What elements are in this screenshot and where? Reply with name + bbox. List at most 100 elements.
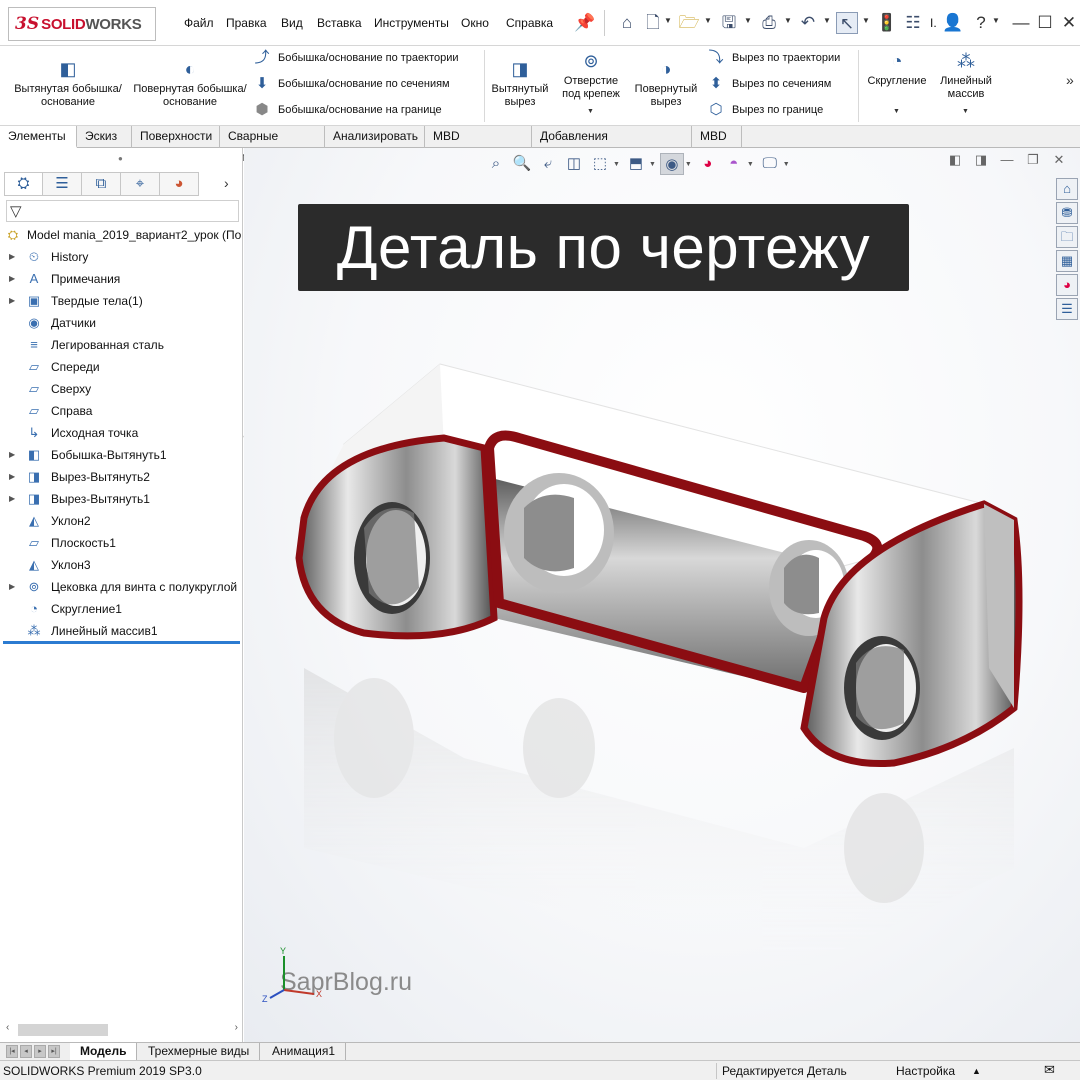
tree-item[interactable]: ▶ ⊚ Цековка для винта с полукруглой xyxy=(0,576,243,598)
open-folder-icon[interactable]: 🗁 xyxy=(678,12,700,34)
sweep-cut-button[interactable]: ⤵ Вырез по траектории xyxy=(706,48,840,68)
status-units-settings[interactable]: Настройка xyxy=(896,1064,955,1078)
linear-pattern-dropdown-caret[interactable]: ▼ xyxy=(962,108,969,115)
tree-item[interactable]: ▶ ◨ Вырез-Вытянуть1 xyxy=(0,488,243,510)
scroll-thumb[interactable] xyxy=(18,1024,108,1036)
tab-nav-first-icon[interactable]: |◂ xyxy=(6,1045,18,1058)
tree-item[interactable]: ▱ Справа xyxy=(0,400,243,422)
tree-item[interactable]: ↳ Исходная точка xyxy=(0,422,243,444)
tab-mbd[interactable]: MBD xyxy=(692,126,742,148)
tab-nav-last-icon[interactable]: ▸| xyxy=(48,1045,60,1058)
tree-item[interactable]: ▶ ◨ Вырез-Вытянуть2 xyxy=(0,466,243,488)
expand-arrow-icon[interactable]: ▶ xyxy=(9,268,15,290)
loft-boss-button[interactable]: ⬇ Бобышка/основание по сечениям xyxy=(252,74,450,94)
select-cursor-icon[interactable]: ↖ xyxy=(836,12,858,34)
save-dropdown-caret[interactable]: ▼ xyxy=(744,16,752,25)
solidworks-logo[interactable]: 3S SOLID WORKS xyxy=(8,7,156,41)
menu-tools[interactable]: Инструменты xyxy=(374,16,449,30)
tab-nav-prev-icon[interactable]: ◂ xyxy=(20,1045,32,1058)
help-dropdown-caret[interactable]: ▼ xyxy=(992,16,1000,25)
tab-features[interactable]: Элементы xyxy=(0,126,77,148)
loft-cut-button[interactable]: ⬍ Вырез по сечениям xyxy=(706,74,832,94)
fillet-dropdown-caret[interactable]: ▼ xyxy=(893,108,900,115)
hole-wizard-dropdown-caret[interactable]: ▼ xyxy=(587,108,594,115)
expand-arrow-icon[interactable]: ▶ xyxy=(9,488,15,510)
extrude-boss-button[interactable]: ◧ Вытянутая бобышка/основание xyxy=(6,58,130,109)
tab-mbd-dimensions[interactable]: MBD Dimensions xyxy=(425,126,532,164)
new-document-icon[interactable]: 🗋 xyxy=(642,12,664,34)
sweep-boss-button[interactable]: ⤴ Бобышка/основание по траектории xyxy=(252,48,458,68)
feature-manager-tab-icon[interactable]: ⛭ xyxy=(4,172,43,196)
close-icon[interactable]: ✕ xyxy=(1058,12,1080,34)
menu-help[interactable]: Справка xyxy=(506,16,553,30)
scroll-left-icon[interactable]: ‹ xyxy=(6,1022,9,1033)
print-icon[interactable]: ⎙ xyxy=(758,12,780,34)
property-manager-tab-icon[interactable]: ☰ xyxy=(43,172,82,196)
tree-item[interactable]: ≡ Легированная сталь xyxy=(0,334,243,356)
undo-dropdown-caret[interactable]: ▼ xyxy=(823,16,831,25)
tab-model[interactable]: Модель xyxy=(70,1043,138,1061)
user-account-icon[interactable]: 👤 xyxy=(942,12,964,34)
rollback-bar[interactable] xyxy=(3,641,240,644)
menu-view[interactable]: Вид xyxy=(281,16,303,30)
menu-insert[interactable]: Вставка xyxy=(317,16,362,30)
linear-pattern-button[interactable]: ⁂ Линейный массив xyxy=(932,50,1000,101)
menu-edit[interactable]: Правка xyxy=(226,16,267,30)
open-dropdown-caret[interactable]: ▼ xyxy=(704,16,712,25)
extrude-cut-button[interactable]: ◨ Вытянутый вырез xyxy=(488,58,552,109)
maximize-icon[interactable]: ☐ xyxy=(1034,12,1056,34)
select-dropdown-caret[interactable]: ▼ xyxy=(862,16,870,25)
tree-item[interactable]: ⁂ Линейный массив1 xyxy=(0,620,243,642)
tree-item[interactable]: ▶ ⏲ History xyxy=(0,246,243,268)
undo-icon[interactable]: ↶ xyxy=(797,12,819,34)
panel-grip-handle[interactable]: ● xyxy=(118,154,123,163)
scroll-right-icon[interactable]: › xyxy=(235,1022,238,1033)
horizontal-scrollbar[interactable]: ‹ › xyxy=(4,1022,240,1038)
display-manager-tab-icon[interactable]: ◕ xyxy=(160,172,199,196)
tree-item[interactable]: ◔ Скругление1 xyxy=(0,598,243,620)
graphics-area[interactable]: ⌕ 🔍 ⤶ ◫ ⬚ ▼ ⬒ ▼ ◉ ▼ ◕ ◓ ▼ 🖵 ▼ ◧ ◨ — ❐ ✕ … xyxy=(244,148,1080,1042)
new-dropdown-caret[interactable]: ▼ xyxy=(664,16,672,25)
tree-root-part[interactable]: ⛭ Model mania_2019_вариант2_урок (По xyxy=(0,224,243,246)
tab-sketch[interactable]: Эскиз xyxy=(77,126,132,148)
tree-item[interactable]: ▱ Спереди xyxy=(0,356,243,378)
boundary-cut-button[interactable]: ⬡ Вырез по границе xyxy=(706,100,823,120)
tree-item[interactable]: ◉ Датчики xyxy=(0,312,243,334)
dimxpert-manager-tab-icon[interactable]: ⌖ xyxy=(121,172,160,196)
pin-icon[interactable]: 📌 xyxy=(574,12,596,34)
status-messages-icon[interactable]: ✉ xyxy=(1044,1062,1055,1078)
tab-nav-next-icon[interactable]: ▸ xyxy=(34,1045,46,1058)
tab-animation[interactable]: Анимация1 xyxy=(262,1043,347,1061)
feature-tree-filter-input[interactable]: ▽ xyxy=(6,200,239,222)
ribbon-more-chevron-icon[interactable]: » xyxy=(1066,72,1074,88)
options-list-icon[interactable]: ☷ xyxy=(902,12,924,34)
settings-caret-icon[interactable]: ▲ xyxy=(972,1066,981,1076)
expand-arrow-icon[interactable]: ▶ xyxy=(9,466,15,488)
hole-wizard-button[interactable]: ⊚ Отверстие под крепеж xyxy=(554,50,628,101)
tree-item[interactable]: ◭ Уклон3 xyxy=(0,554,243,576)
tab-weldments[interactable]: Сварные детали xyxy=(220,126,325,164)
tree-item[interactable]: ▶ ▣ Твердые тела(1) xyxy=(0,290,243,312)
configuration-manager-tab-icon[interactable]: ⧉ xyxy=(82,172,121,196)
expand-arrow-icon[interactable]: ▶ xyxy=(9,290,15,312)
tree-item[interactable]: ◭ Уклон2 xyxy=(0,510,243,532)
tree-item[interactable]: ▶ A Примечания xyxy=(0,268,243,290)
home-icon[interactable]: ⌂ xyxy=(616,12,638,34)
tree-item[interactable]: ▱ Плоскость1 xyxy=(0,532,243,554)
tab-3d-views[interactable]: Трехмерные виды xyxy=(138,1043,261,1061)
expand-arrow-icon[interactable]: ▶ xyxy=(9,246,15,268)
minimize-icon[interactable]: — xyxy=(1010,12,1032,34)
revolve-boss-button[interactable]: ◐ Повернутая бобышка/основание xyxy=(130,58,250,109)
tab-solidworks-addins[interactable]: Добавления SOLIDWORKS xyxy=(532,126,692,164)
menu-window[interactable]: Окно xyxy=(461,16,489,30)
tree-item[interactable]: ▶ ◧ Бобышка-Вытянуть1 xyxy=(0,444,243,466)
print-dropdown-caret[interactable]: ▼ xyxy=(784,16,792,25)
save-icon[interactable]: 🖫 xyxy=(718,12,740,34)
manager-tabs-next-icon[interactable]: › xyxy=(224,175,229,191)
boundary-boss-button[interactable]: ⬢ Бобышка/основание на границе xyxy=(252,100,441,120)
fillet-button[interactable]: ◔ Скругление xyxy=(862,50,932,88)
rebuild-traffic-light-icon[interactable]: 🚦 xyxy=(876,12,898,34)
menu-file[interactable]: Файл xyxy=(184,16,214,30)
expand-arrow-icon[interactable]: ▶ xyxy=(9,576,15,598)
tree-item[interactable]: ▱ Сверху xyxy=(0,378,243,400)
